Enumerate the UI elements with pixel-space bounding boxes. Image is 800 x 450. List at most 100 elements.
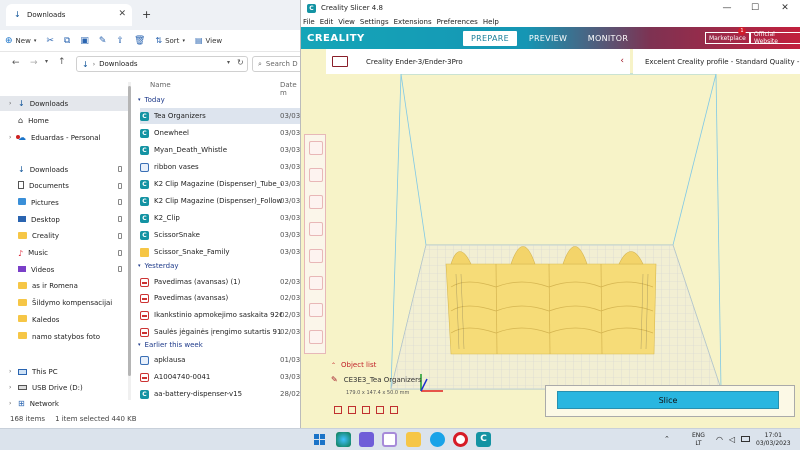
tab-downloads[interactable]: ↓ Downloads ✕: [6, 4, 132, 26]
file-row[interactable]: Scissor_Snake_Family 03/03/: [140, 244, 300, 260]
edge-icon[interactable]: [336, 432, 351, 447]
printer-selector[interactable]: Creality Ender-3/Ender-3Pro ‹: [356, 49, 630, 74]
cut-button[interactable]: ✂: [41, 30, 59, 52]
tab-prepare[interactable]: PREPARE: [463, 31, 517, 46]
file-row[interactable]: Saulės jėgainės įrengimo sutartis 9109 02…: [140, 324, 300, 340]
minimize-button[interactable]: —: [713, 0, 741, 16]
chevron-right-icon[interactable]: ›: [9, 400, 11, 407]
start-button[interactable]: [312, 432, 327, 447]
file-row[interactable]: A1004740-0041 03/03/: [140, 369, 300, 385]
chevron-right-icon[interactable]: ›: [9, 100, 11, 107]
file-row[interactable]: C Myan_Death_Whistle 03/03/: [140, 142, 300, 158]
close-tab-icon[interactable]: ✕: [118, 9, 126, 19]
nav-scrollbar[interactable]: [128, 82, 131, 400]
nav-quick-7[interactable]: as ir Romena: [0, 279, 128, 294]
up-arrow-icon[interactable]: ↑: [58, 57, 66, 67]
nav-network[interactable]: › ⊞ Network: [0, 396, 128, 411]
new-button[interactable]: ⊕ New ▾: [0, 30, 41, 52]
file-row[interactable]: apklausa 01/03/: [140, 352, 300, 368]
nav-home[interactable]: ⌂ Home: [0, 113, 128, 128]
close-button[interactable]: ✕: [771, 0, 799, 16]
nav-quick-2[interactable]: Pictures: [0, 195, 128, 210]
nav-quick-0[interactable]: ↓ Downloads: [0, 162, 128, 177]
volume-icon[interactable]: ◁: [729, 435, 735, 444]
slice-button[interactable]: Slice: [557, 391, 779, 409]
chevron-down-icon[interactable]: ▾: [227, 59, 230, 66]
nav-quick-1[interactable]: Documents: [0, 179, 128, 194]
language-indicator[interactable]: ENG LT: [692, 429, 705, 450]
nav-quick-6[interactable]: Videos: [0, 262, 128, 277]
skype-icon[interactable]: [430, 432, 445, 447]
back-arrow-icon[interactable]: ←: [12, 58, 20, 68]
file-row[interactable]: Pavedimas (avansas) (1) 02/03/: [140, 274, 300, 290]
paste-button[interactable]: ▣: [75, 30, 94, 52]
official-website-button[interactable]: Official Website: [750, 31, 800, 45]
view-left-icon[interactable]: [376, 406, 384, 414]
menu-help[interactable]: Help: [483, 18, 499, 26]
support-blocker-icon[interactable]: [309, 249, 323, 263]
group-yesterday[interactable]: ▾ Yesterday: [138, 260, 179, 272]
file-explorer-icon[interactable]: [406, 432, 421, 447]
chevron-right-icon[interactable]: ›: [9, 134, 11, 141]
opera-icon[interactable]: [453, 432, 468, 447]
object-name-row[interactable]: ✎ CE3E3_Tea Organizers: [331, 375, 422, 384]
rename-button[interactable]: ✎: [94, 30, 112, 52]
teams-icon[interactable]: [359, 432, 374, 447]
menu-edit[interactable]: Edit: [320, 18, 334, 26]
nav-quick-9[interactable]: Kaledos: [0, 312, 128, 327]
group-earlier[interactable]: ▾ Earlier this week: [138, 339, 203, 351]
search-input[interactable]: ⌕ Search D: [252, 56, 300, 72]
menu-view[interactable]: View: [338, 18, 355, 26]
view-button[interactable]: ▤ View: [190, 30, 227, 52]
cylinder-tool-icon[interactable]: [309, 303, 323, 317]
rotate-tool-icon[interactable]: [309, 195, 323, 209]
nav-quick-8[interactable]: Šildymo kompensacijai: [0, 296, 128, 311]
view-front-icon[interactable]: [348, 406, 356, 414]
file-row[interactable]: Caa-battery-dispenser-v15 28/02/: [140, 386, 300, 400]
recent-chevron-icon[interactable]: ▾: [45, 58, 48, 65]
scale-tool-icon[interactable]: [309, 168, 323, 182]
copy-button[interactable]: ⧉: [59, 30, 75, 52]
nav-quick-3[interactable]: Desktop: [0, 212, 128, 227]
mirror-tool-icon[interactable]: [309, 222, 323, 236]
file-row[interactable]: C K2_Clip 03/03/: [140, 210, 300, 226]
menu-preferences[interactable]: Preferences: [437, 18, 478, 26]
nav-quick-5[interactable]: ♪ Music: [0, 246, 128, 261]
view-right-icon[interactable]: [390, 406, 398, 414]
file-row[interactable]: Pavedimas (avansas) 02/03/: [140, 290, 300, 306]
wifi-icon[interactable]: ◠: [716, 435, 723, 444]
clock[interactable]: 17:01 03/03/2023: [756, 429, 791, 450]
profile-selector[interactable]: Excelent Creality profile - Standard Qua…: [633, 49, 800, 74]
lay-flat-icon[interactable]: [309, 330, 323, 344]
nav-usb-drive[interactable]: › USB Drive (D:): [0, 380, 128, 395]
file-row[interactable]: Ikankstinio apmokejimo saskaita 9265 02/0…: [140, 307, 300, 323]
chevron-up-icon[interactable]: ⌃: [664, 435, 670, 443]
nav-quick-10[interactable]: namo statybos foto: [0, 329, 128, 344]
file-row[interactable]: C K2 Clip Magazine (Dispenser)_Tube_v0_10…: [140, 176, 300, 192]
app-icon[interactable]: [382, 432, 397, 447]
menu-file[interactable]: File: [303, 18, 315, 26]
file-row[interactable]: ribbon vases 03/03/: [140, 159, 300, 175]
delete-button[interactable]: 🗑: [129, 30, 150, 52]
nav-this-pc[interactable]: › This PC: [0, 364, 128, 379]
3d-viewport[interactable]: Creality Ender-3/Ender-3Pro ‹ Excelent C…: [301, 49, 800, 428]
menu-settings[interactable]: Settings: [360, 18, 389, 26]
nav-onedrive-personal[interactable]: › ☁ Eduardas - Personal: [0, 130, 128, 145]
menu-extensions[interactable]: Extensions: [394, 18, 432, 26]
scroll-thumb[interactable]: [128, 86, 131, 376]
nav-downloads[interactable]: › ↓ Downloads: [0, 96, 128, 111]
refresh-icon[interactable]: ↻: [237, 58, 244, 67]
group-today[interactable]: ▾ Today: [138, 94, 165, 106]
view-3d-icon[interactable]: [334, 406, 342, 414]
chevron-right-icon[interactable]: ›: [9, 384, 11, 391]
column-header-name[interactable]: Name: [150, 81, 171, 89]
maximize-button[interactable]: ☐: [741, 0, 769, 16]
object-list-toggle[interactable]: ⌃ Object list: [331, 361, 376, 369]
sort-button[interactable]: ⇅ Sort ▾: [150, 30, 190, 52]
chevron-right-icon[interactable]: ›: [9, 368, 11, 375]
battery-icon[interactable]: [741, 436, 750, 442]
tab-preview[interactable]: PREVIEW: [521, 31, 575, 46]
share-button[interactable]: ⇪: [111, 30, 129, 52]
creality-taskbar-icon[interactable]: C: [476, 432, 491, 447]
new-tab-button[interactable]: +: [142, 8, 151, 21]
